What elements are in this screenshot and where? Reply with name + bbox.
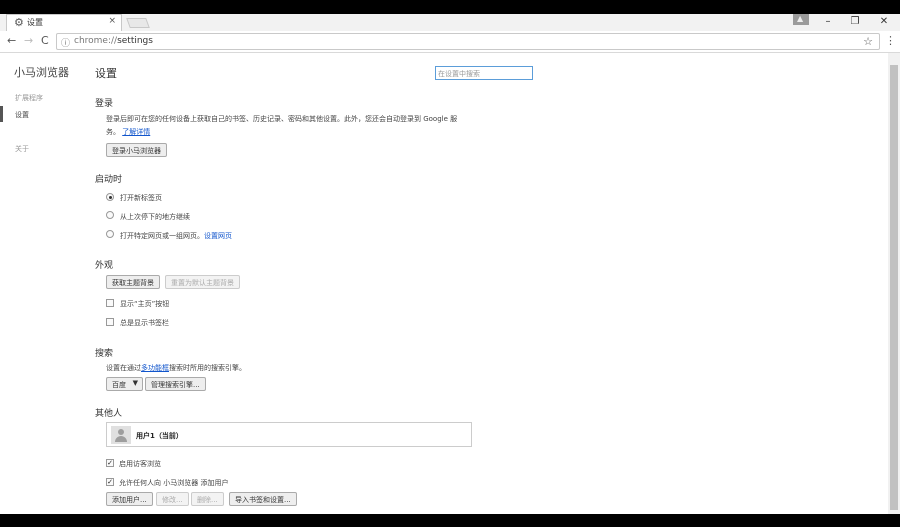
restore-button[interactable]: ❐ bbox=[845, 16, 865, 27]
url-text: chrome://settings bbox=[74, 36, 153, 46]
search-text-after: 搜索时所用的搜索引擎。 bbox=[169, 364, 246, 372]
learn-more-link[interactable]: 了解详情 bbox=[122, 128, 150, 136]
startup-option-label: 打开新标签页 bbox=[120, 194, 162, 202]
tab-close-icon[interactable]: × bbox=[108, 16, 116, 26]
menu-icon[interactable]: ⋮ bbox=[885, 34, 896, 47]
sidebar-item-settings[interactable]: 设置 bbox=[15, 110, 29, 120]
search-description: 设置在通过多功能框搜索时所用的搜索引擎。 bbox=[106, 363, 246, 373]
signin-description-end: 务。 bbox=[106, 128, 120, 136]
new-tab-button[interactable] bbox=[126, 18, 150, 28]
address-bar[interactable]: ⓘ chrome://settings ☆ bbox=[56, 33, 880, 50]
signin-description-cont: 务。 了解详情 bbox=[106, 127, 150, 137]
page-title: 设置 bbox=[95, 67, 117, 80]
startup-radio-new-tab[interactable] bbox=[106, 193, 114, 201]
omnibox-link[interactable]: 多功能框 bbox=[141, 364, 169, 372]
signin-description: 登录后即可在您的任何设备上获取自己的书签、历史记录、密码和其他设置。此外，您还会… bbox=[106, 115, 458, 123]
allow-add-user-checkbox[interactable]: ✓ bbox=[106, 478, 114, 486]
show-bookmarks-label: 总是显示书签栏 bbox=[120, 319, 169, 327]
guest-label: 启用访客浏览 bbox=[119, 460, 161, 468]
search-engine-select[interactable]: 百度 ▼ bbox=[106, 377, 143, 391]
settings-search-input[interactable]: 在设置中搜索 bbox=[435, 66, 533, 80]
add-user-button[interactable]: 添加用户... bbox=[106, 492, 153, 506]
gear-icon: ⚙ bbox=[14, 16, 24, 29]
guest-checkbox[interactable]: ✓ bbox=[106, 459, 114, 467]
profile-button[interactable]: ▲ bbox=[793, 14, 809, 25]
startup-radio-specific[interactable] bbox=[106, 230, 114, 238]
startup-option-label-specific: 打开特定网页或一组网页。设置网页 bbox=[120, 231, 232, 241]
signin-heading: 登录 bbox=[95, 99, 114, 109]
manage-search-engines-button[interactable]: 管理搜索引擎... bbox=[145, 377, 206, 391]
url-path: settings bbox=[117, 36, 153, 46]
edit-user-button[interactable]: 修改... bbox=[156, 492, 189, 506]
tab-title: 设置 bbox=[27, 18, 43, 27]
search-heading: 搜索 bbox=[95, 349, 114, 359]
reset-theme-button[interactable]: 重置为默认主题背景 bbox=[165, 275, 240, 289]
appearance-heading: 外观 bbox=[95, 261, 114, 271]
back-button[interactable]: ← bbox=[7, 34, 16, 47]
user-list[interactable]: 用户1（当前） bbox=[106, 422, 472, 447]
startup-radio-continue[interactable] bbox=[106, 211, 114, 219]
allow-add-user-label: 允许任何人向 小马浏览器 添加用户 bbox=[119, 479, 229, 487]
bookmark-star-icon[interactable]: ☆ bbox=[863, 35, 873, 48]
show-home-label: 显示“主页”按钮 bbox=[120, 300, 170, 308]
sidebar-active-indicator bbox=[0, 106, 3, 122]
sidebar-brand: 小马浏览器 bbox=[14, 66, 69, 79]
reload-button[interactable]: C bbox=[41, 34, 49, 47]
startup-option-label: 从上次停下的地方继续 bbox=[120, 213, 190, 221]
screen-top-bar bbox=[0, 0, 900, 14]
person-icon: ▲ bbox=[797, 14, 804, 23]
url-scheme: chrome:// bbox=[74, 36, 118, 46]
sidebar-item-extensions[interactable]: 扩展程序 bbox=[15, 93, 43, 103]
show-bookmarks-checkbox[interactable] bbox=[106, 318, 114, 326]
startup-option-label: 打开特定网页或一组网页。 bbox=[120, 232, 204, 240]
close-window-button[interactable]: ✕ bbox=[874, 16, 894, 27]
forward-button[interactable]: → bbox=[24, 34, 33, 47]
search-text-before: 设置在通过 bbox=[106, 364, 141, 372]
delete-user-button[interactable]: 删除... bbox=[191, 492, 224, 506]
startup-heading: 启动时 bbox=[95, 175, 123, 185]
tab-settings[interactable]: ⚙ 设置 × bbox=[6, 14, 122, 31]
user-name: 用户1（当前） bbox=[136, 432, 183, 440]
get-themes-button[interactable]: 获取主题背景 bbox=[106, 275, 160, 289]
sidebar-item-about[interactable]: 关于 bbox=[15, 144, 29, 154]
scrollbar[interactable] bbox=[888, 53, 900, 514]
avatar bbox=[111, 426, 131, 444]
dropdown-arrow-icon: ▼ bbox=[132, 379, 138, 387]
minimize-button[interactable]: – bbox=[818, 16, 838, 27]
scrollbar-thumb[interactable] bbox=[890, 65, 898, 510]
set-pages-link[interactable]: 设置网页 bbox=[204, 232, 232, 240]
import-bookmarks-button[interactable]: 导入书签和设置... bbox=[229, 492, 297, 506]
people-heading: 其他人 bbox=[95, 409, 123, 419]
search-engine-value: 百度 bbox=[112, 381, 126, 389]
signin-button[interactable]: 登录小马浏览器 bbox=[106, 143, 167, 157]
info-icon[interactable]: ⓘ bbox=[61, 36, 70, 49]
show-home-checkbox[interactable] bbox=[106, 299, 114, 307]
screen-bottom-bar bbox=[0, 514, 900, 527]
